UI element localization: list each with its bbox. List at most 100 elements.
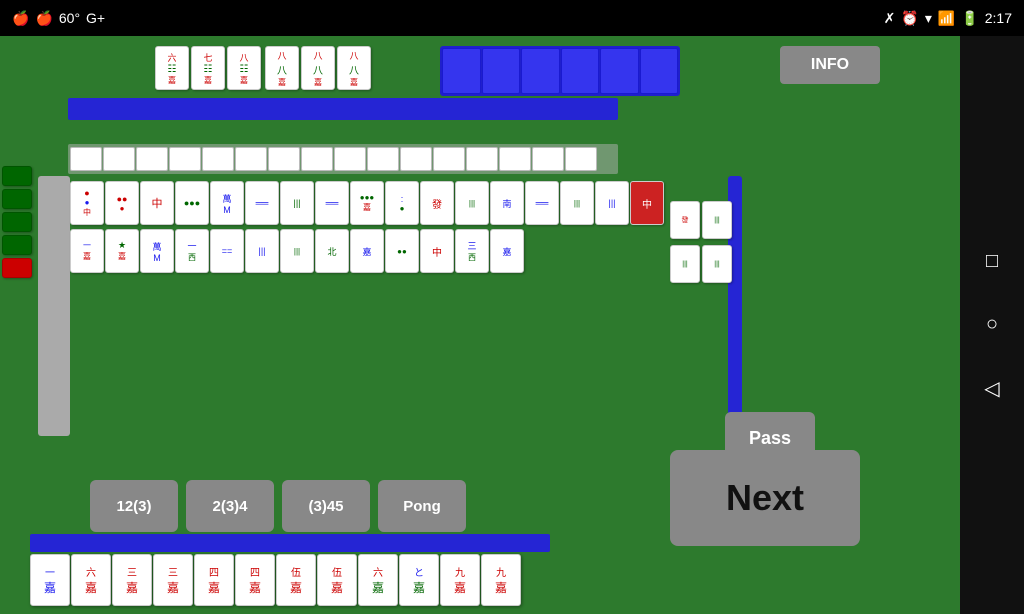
tile[interactable]: 萬M bbox=[210, 181, 244, 225]
status-left: 🍎 🍎 60° G+ bbox=[12, 10, 105, 27]
fd-tile bbox=[561, 48, 600, 94]
grey-tile bbox=[367, 147, 399, 171]
btn-pong[interactable]: Pong bbox=[378, 480, 466, 532]
btn-12-3[interactable]: 12(3) bbox=[90, 480, 178, 532]
tile[interactable]: ||| bbox=[455, 181, 489, 225]
player-tile[interactable]: 九嘉 bbox=[481, 554, 521, 606]
player-tile[interactable]: 六嘉 bbox=[358, 554, 398, 606]
player-tile[interactable]: 四嘉 bbox=[194, 554, 234, 606]
grey-tile bbox=[499, 147, 531, 171]
tile[interactable]: ★嘉 bbox=[105, 229, 139, 273]
grey-tile bbox=[268, 147, 300, 171]
tile[interactable]: 嘉 bbox=[490, 229, 524, 273]
next-button[interactable]: Next bbox=[670, 450, 860, 546]
bars-icon: 📶 bbox=[938, 10, 955, 27]
tile: 八☷嘉 bbox=[227, 46, 261, 90]
tile: 八八嘉 bbox=[301, 46, 335, 90]
grey-tile bbox=[532, 147, 564, 171]
tile[interactable]: ●●●嘉 bbox=[350, 181, 384, 225]
opponent-blue-bar bbox=[68, 98, 618, 120]
btn-3-45[interactable]: (3)45 bbox=[282, 480, 370, 532]
tile-row-2: 一嘉 ★嘉 萬M 一西 == ||| ||| 北 嘉 ●● 中 三西 嘉 bbox=[70, 229, 524, 273]
grey-tile bbox=[235, 147, 267, 171]
tile[interactable]: ●● bbox=[385, 229, 419, 273]
tile-row-1: ●●中 ●●● 中 ●●● 萬M ══ ||| ══ ●●●嘉 :● 發 |||… bbox=[70, 181, 664, 225]
tile[interactable]: ●●中 bbox=[70, 181, 104, 225]
fd-tile bbox=[600, 48, 639, 94]
tile[interactable]: 北 bbox=[315, 229, 349, 273]
grey-tile bbox=[565, 147, 597, 171]
tile[interactable]: 中 bbox=[420, 229, 454, 273]
action-buttons: 12(3) 2(3)4 (3)45 Pong bbox=[90, 480, 466, 532]
tile[interactable]: 發 bbox=[420, 181, 454, 225]
tile[interactable]: 一西 bbox=[175, 229, 209, 273]
tile[interactable]: == bbox=[210, 229, 244, 273]
tile[interactable]: 萬M bbox=[140, 229, 174, 273]
tile[interactable]: 中 bbox=[140, 181, 174, 225]
btn-2-3-4[interactable]: 2(3)4 bbox=[186, 480, 274, 532]
nav-circle[interactable]: ○ bbox=[986, 313, 998, 336]
tile[interactable]: 三西 bbox=[455, 229, 489, 273]
bluetooth-icon: ✗ bbox=[884, 10, 896, 27]
player-tile[interactable]: 伍嘉 bbox=[317, 554, 357, 606]
apple-icon-2: 🍎 bbox=[35, 10, 52, 27]
apple-icon-1: 🍎 bbox=[12, 10, 29, 27]
tile[interactable]: 一嘉 bbox=[70, 229, 104, 273]
tile: 七☷嘉 bbox=[191, 46, 225, 90]
tile: ||| bbox=[702, 201, 732, 239]
tile[interactable]: ||| bbox=[245, 229, 279, 273]
right-player-tiles: 發 ||| ||| ||| bbox=[670, 201, 732, 283]
grey-tile bbox=[433, 147, 465, 171]
tile[interactable]: ●●● bbox=[175, 181, 209, 225]
player-tile[interactable]: 九嘉 bbox=[440, 554, 480, 606]
tile[interactable]: ||| bbox=[595, 181, 629, 225]
tile[interactable]: :● bbox=[385, 181, 419, 225]
nav-square[interactable]: □ bbox=[986, 250, 998, 273]
fd-tile bbox=[482, 48, 521, 94]
player-tile[interactable]: 三嘉 bbox=[153, 554, 193, 606]
tile: 六☷嘉 bbox=[155, 46, 189, 90]
player-tile[interactable]: と嘉 bbox=[399, 554, 439, 606]
left-col-bar bbox=[38, 176, 70, 436]
grey-tile bbox=[334, 147, 366, 171]
android-nav-bar: □ ○ ◁ bbox=[960, 36, 1024, 614]
gplus-icon: G+ bbox=[86, 10, 105, 26]
status-bar: 🍎 🍎 60° G+ ✗ ⏰ ▾ 📶 🔋 2:17 bbox=[0, 0, 1024, 36]
player-hand: 一嘉 六嘉 三嘉 三嘉 四嘉 四嘉 伍嘉 伍嘉 六嘉 と嘉 九嘉 bbox=[30, 554, 521, 606]
player-tile[interactable]: 一嘉 bbox=[30, 554, 70, 606]
grey-tile bbox=[136, 147, 168, 171]
tile bbox=[2, 189, 32, 209]
status-right: ✗ ⏰ ▾ 📶 🔋 2:17 bbox=[884, 10, 1012, 27]
tile[interactable]: ●●● bbox=[105, 181, 139, 225]
fd-tile bbox=[442, 48, 481, 94]
tile: ||| bbox=[670, 245, 700, 283]
tile[interactable]: ══ bbox=[315, 181, 349, 225]
tile[interactable]: ||| bbox=[280, 181, 314, 225]
game-area: INFO 六☷嘉 七☷嘉 八☷嘉 八八嘉 八八嘉 bbox=[0, 36, 960, 614]
player-tile[interactable]: 伍嘉 bbox=[276, 554, 316, 606]
top-shown-group-2: 八八嘉 八八嘉 八八嘉 bbox=[265, 46, 371, 90]
grey-tile bbox=[466, 147, 498, 171]
grey-tile bbox=[400, 147, 432, 171]
tile[interactable]: 嘉 bbox=[350, 229, 384, 273]
fd-tile bbox=[521, 48, 560, 94]
tile: 八八嘉 bbox=[265, 46, 299, 90]
tile[interactable]: ||| bbox=[280, 229, 314, 273]
grey-tile bbox=[70, 147, 102, 171]
tile[interactable]: ══ bbox=[245, 181, 279, 225]
player-tile[interactable]: 三嘉 bbox=[112, 554, 152, 606]
info-button[interactable]: INFO bbox=[780, 46, 880, 84]
tile[interactable]: ||| bbox=[560, 181, 594, 225]
tile bbox=[2, 166, 32, 186]
player-tile[interactable]: 六嘉 bbox=[71, 554, 111, 606]
grey-tile bbox=[103, 147, 135, 171]
nav-back[interactable]: ◁ bbox=[984, 376, 999, 401]
tile[interactable]: 中 bbox=[630, 181, 664, 225]
tile[interactable]: 南 bbox=[490, 181, 524, 225]
player-tile[interactable]: 四嘉 bbox=[235, 554, 275, 606]
grey-tile bbox=[169, 147, 201, 171]
tile: 發 bbox=[670, 201, 700, 239]
tile[interactable]: ══ bbox=[525, 181, 559, 225]
alarm-icon: ⏰ bbox=[901, 10, 918, 27]
signal-icon: ▾ bbox=[925, 10, 932, 27]
